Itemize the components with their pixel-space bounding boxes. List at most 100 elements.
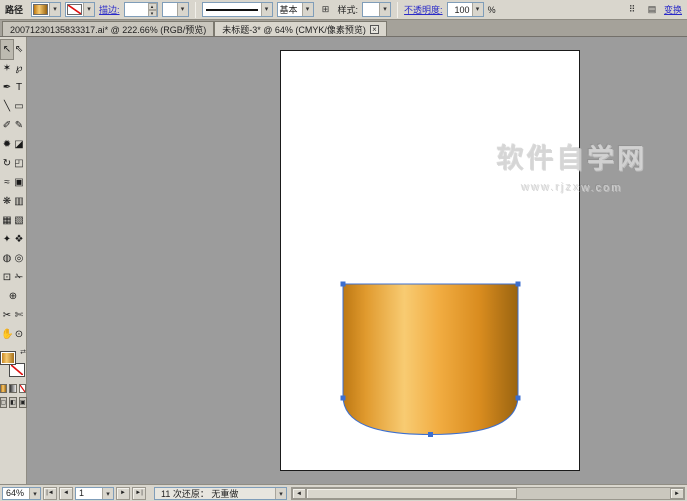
artboard bbox=[280, 50, 580, 471]
chevron-down-icon[interactable]: ▾ bbox=[275, 488, 286, 499]
anchor-point[interactable] bbox=[516, 396, 521, 401]
stroke-swatch[interactable] bbox=[9, 363, 25, 377]
chevron-down-icon[interactable]: ▾ bbox=[261, 3, 272, 16]
width-profile-combo[interactable]: ▾ bbox=[162, 2, 189, 17]
transform-link[interactable]: 变换 bbox=[664, 3, 682, 16]
full-screen-menu-mode-icon[interactable]: ◧ bbox=[9, 397, 17, 408]
paintbrush-tool[interactable]: ✐ bbox=[1, 116, 13, 135]
anchor-point[interactable] bbox=[516, 282, 521, 287]
opacity-field[interactable]: 100 ▾ bbox=[447, 2, 484, 17]
brush-basic-value: 基本 bbox=[278, 3, 302, 16]
gradient-tool[interactable]: ▧ bbox=[13, 211, 25, 230]
hand-tool[interactable]: ✋ bbox=[1, 325, 13, 344]
next-page-button[interactable]: ► bbox=[116, 487, 130, 500]
direct-selection-tool[interactable]: ⇖ bbox=[13, 40, 25, 59]
stroke-none-swatch bbox=[67, 4, 82, 15]
stroke-color-combo[interactable]: ▾ bbox=[65, 2, 95, 17]
last-page-button[interactable]: ►| bbox=[132, 487, 146, 500]
free-transform-tool[interactable]: ▣ bbox=[13, 173, 25, 192]
none-button[interactable] bbox=[19, 384, 26, 393]
stroke-panel-link[interactable]: 描边: bbox=[99, 3, 120, 16]
align-panel-icon[interactable]: ⠿ bbox=[624, 2, 640, 18]
zoom-combo[interactable]: 64% ▾ bbox=[2, 487, 41, 500]
chevron-down-icon[interactable]: ▾ bbox=[29, 488, 40, 499]
crop-area-tool[interactable]: ⊡ bbox=[1, 268, 13, 287]
stroke-weight-field[interactable]: ▴ ▾ bbox=[124, 2, 158, 17]
options-panel-icon[interactable]: ▤ bbox=[644, 2, 660, 18]
scroll-left-icon[interactable]: ◄ bbox=[292, 488, 306, 499]
tab-document-2[interactable]: 未标题-3* @ 64% (CMYK/像素预览) × bbox=[214, 21, 387, 36]
magic-wand-tool[interactable]: ✶ bbox=[1, 59, 13, 78]
gradient-button[interactable] bbox=[9, 384, 16, 393]
warp-tool[interactable]: ≈ bbox=[1, 173, 13, 192]
spinner-down-icon[interactable]: ▾ bbox=[148, 10, 157, 17]
rectangle-tool[interactable]: ▭ bbox=[13, 97, 25, 116]
symbol-sprayer-tool[interactable]: ❋ bbox=[1, 192, 13, 211]
graphic-style-combo[interactable]: ▾ bbox=[362, 2, 391, 17]
chevron-right-icon[interactable]: ▾ bbox=[472, 3, 483, 16]
page-value[interactable]: 1 bbox=[76, 488, 102, 498]
brush-basic-combo[interactable]: 基本 ▾ bbox=[277, 2, 314, 17]
screen-mode-row: ▢ ◧ ▣ bbox=[0, 397, 26, 408]
tool-grid: ↖⇖✶℘✒T╲▭✐✎✹◪↻◰≈▣❋▥▦▧✦❖◍◎⊡✁⊕✂✄✋⊙ bbox=[0, 40, 26, 344]
mesh-tool[interactable]: ▦ bbox=[1, 211, 13, 230]
stroke-weight-value[interactable] bbox=[125, 3, 147, 16]
scale-tool[interactable]: ◰ bbox=[13, 154, 25, 173]
canvas-area[interactable]: 软件自学网 www.rjzxw.com bbox=[27, 37, 687, 484]
tab-document-1[interactable]: 20071230135833317.ai* @ 222.66% (RGB/预览) bbox=[2, 21, 214, 36]
blob-brush-tool[interactable]: ✹ bbox=[1, 135, 13, 154]
chevron-down-icon[interactable]: ▾ bbox=[49, 3, 60, 16]
blend-tool[interactable]: ❖ bbox=[13, 230, 25, 249]
scrollbar-thumb[interactable] bbox=[306, 488, 517, 499]
knife-tool[interactable]: ✄ bbox=[13, 306, 25, 325]
eyedropper-tool[interactable]: ✦ bbox=[1, 230, 13, 249]
brush-stroke-preview bbox=[206, 9, 258, 11]
spinner-up-icon[interactable]: ▴ bbox=[148, 3, 157, 10]
prev-page-button[interactable]: ◄ bbox=[59, 487, 73, 500]
zoom-tool[interactable]: ⊙ bbox=[13, 325, 25, 344]
chevron-down-icon[interactable]: ▾ bbox=[302, 3, 313, 16]
chevron-down-icon[interactable]: ▾ bbox=[102, 488, 113, 499]
pencil-tool[interactable]: ✎ bbox=[13, 116, 25, 135]
page-combo[interactable]: 1 ▾ bbox=[75, 487, 114, 500]
opacity-link[interactable]: 不透明度: bbox=[404, 3, 443, 16]
scrollbar-track[interactable] bbox=[306, 488, 670, 499]
stroke-weight-spinner[interactable]: ▴ ▾ bbox=[148, 3, 157, 17]
anchor-point[interactable] bbox=[341, 396, 346, 401]
lasso-tool[interactable]: ℘ bbox=[13, 59, 25, 78]
history-status-combo[interactable]: 11 次还原： 无重做 ▾ bbox=[154, 487, 287, 500]
horizontal-scrollbar[interactable]: ◄ ► bbox=[291, 487, 685, 500]
brush-definition-combo[interactable]: ▾ bbox=[202, 2, 273, 17]
live-paint-selection-tool[interactable]: ◎ bbox=[13, 249, 25, 268]
fill-color-combo[interactable]: ▾ bbox=[31, 2, 61, 17]
chevron-down-icon[interactable]: ▾ bbox=[83, 3, 94, 16]
fill-stroke-indicator[interactable]: ⇄ bbox=[0, 349, 26, 380]
full-screen-mode-icon[interactable]: ▣ bbox=[19, 397, 27, 408]
zoom-value[interactable]: 64% bbox=[3, 488, 29, 498]
line-segment-tool[interactable]: ╲ bbox=[1, 97, 13, 116]
column-graph-tool[interactable]: ▥ bbox=[13, 192, 25, 211]
chevron-down-icon[interactable]: ▾ bbox=[379, 3, 390, 16]
type-tool[interactable]: T bbox=[13, 78, 25, 97]
normal-screen-mode-icon[interactable]: ▢ bbox=[0, 397, 7, 408]
scissors-tool[interactable]: ✂ bbox=[1, 306, 13, 325]
live-paint-bucket-tool[interactable]: ◍ bbox=[1, 249, 13, 268]
artboard-tool[interactable]: ⊕ bbox=[1, 287, 25, 306]
anchor-point[interactable] bbox=[341, 282, 346, 287]
fill-swatch[interactable] bbox=[0, 351, 16, 365]
selection-tool[interactable]: ↖ bbox=[1, 40, 13, 59]
opacity-value[interactable]: 100 bbox=[448, 5, 472, 15]
rotate-tool[interactable]: ↻ bbox=[1, 154, 13, 173]
anchor-point[interactable] bbox=[428, 432, 433, 437]
swap-fill-stroke-icon[interactable]: ⇄ bbox=[20, 349, 26, 356]
pen-tool[interactable]: ✒ bbox=[1, 78, 13, 97]
slice-tool[interactable]: ✁ bbox=[13, 268, 25, 287]
close-icon[interactable]: × bbox=[370, 25, 379, 34]
chevron-down-icon[interactable]: ▾ bbox=[177, 3, 188, 16]
recolor-artwork-icon[interactable]: ⊞ bbox=[318, 2, 334, 18]
selected-gradient-shape[interactable] bbox=[343, 284, 518, 435]
color-button[interactable] bbox=[0, 384, 7, 393]
eraser-tool[interactable]: ◪ bbox=[13, 135, 25, 154]
scroll-right-icon[interactable]: ► bbox=[670, 488, 684, 499]
first-page-button[interactable]: |◄ bbox=[43, 487, 57, 500]
